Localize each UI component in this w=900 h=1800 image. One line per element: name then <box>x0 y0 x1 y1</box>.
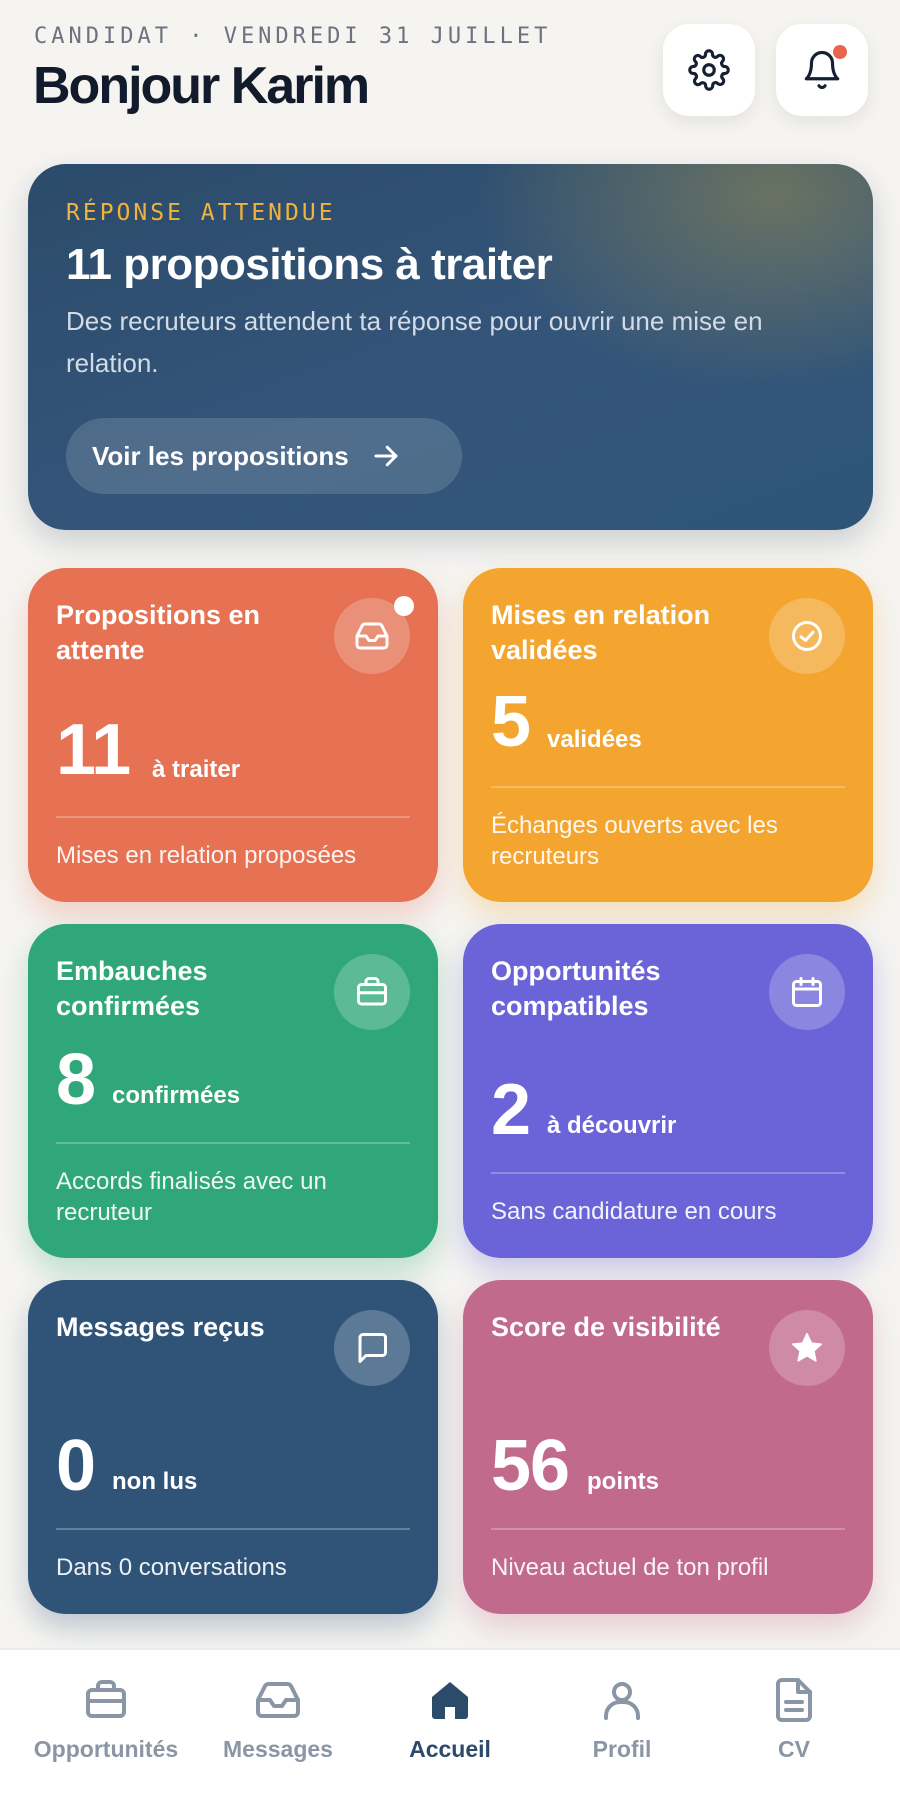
card-divider <box>56 1528 410 1530</box>
card-icon-badge <box>769 598 845 674</box>
card-footer: Niveau actuel de ton profil <box>491 1554 769 1581</box>
card-value: 5 <box>491 682 531 762</box>
notification-dot <box>833 45 847 59</box>
card-divider <box>491 786 845 788</box>
nav-item-opportunites[interactable]: Opportunités <box>16 1672 196 1782</box>
card-title: Propositions en attente <box>56 600 261 665</box>
card-footer: Échanges ouverts avec les recruteurs <box>491 812 778 870</box>
page-title: Bonjour Karim <box>33 57 370 115</box>
nav-label: Messages <box>223 1736 333 1762</box>
calendar-icon <box>792 977 822 1007</box>
banner-description: Des recruteurs attendent ta réponse pour… <box>66 306 763 378</box>
card-icon-badge <box>334 1310 410 1386</box>
pending-propositions-card[interactable]: Propositions en attente 11 à traiter Mis… <box>28 568 438 902</box>
card-icon-badge <box>769 954 845 1030</box>
nav-item-accueil[interactable]: Accueil <box>360 1672 540 1782</box>
nav-label: Profil <box>592 1736 652 1762</box>
pending-response-banner: RÉPONSE ATTENDUE 11 propositions à trait… <box>28 164 873 530</box>
check-circle-icon <box>792 621 822 651</box>
card-unit: à découvrir <box>547 1112 677 1139</box>
nav-item-profil[interactable]: Profil <box>532 1672 712 1782</box>
star-icon <box>791 1332 823 1362</box>
bottom-navigation: Opportunités Messages Accueil Profil CV <box>0 1648 900 1800</box>
card-value: 56 <box>491 1426 570 1506</box>
card-unit: validées <box>547 726 642 753</box>
gear-icon <box>688 49 730 91</box>
nav-item-messages[interactable]: Messages <box>188 1672 368 1782</box>
card-title: Embauches confirmées <box>56 956 208 1021</box>
received-messages-card[interactable]: Messages reçus 0 non lus Dans 0 conversa… <box>28 1280 438 1614</box>
card-footer: Sans candidature en cours <box>491 1198 777 1225</box>
settings-button[interactable] <box>663 24 755 116</box>
view-propositions-button[interactable]: Voir les propositions <box>66 418 462 494</box>
card-footer: Mises en relation proposées <box>56 842 357 869</box>
validated-connections-card[interactable]: Mises en relation validées 5 validées Éc… <box>463 568 873 902</box>
card-divider <box>491 1528 845 1530</box>
card-icon-badge <box>334 954 410 1030</box>
card-value: 8 <box>56 1040 96 1120</box>
nav-label: Accueil <box>409 1736 491 1762</box>
card-divider <box>56 816 410 818</box>
card-unit: non lus <box>112 1468 198 1495</box>
briefcase-icon <box>86 1680 126 1718</box>
card-title: Mises en relation validées <box>491 600 711 665</box>
card-footer: Accords finalisés avec un recruteur <box>56 1168 327 1226</box>
view-propositions-label: Voir les propositions <box>92 440 349 471</box>
user-icon <box>604 1682 640 1720</box>
card-title: Opportunités compatibles <box>491 956 661 1021</box>
header: CANDIDAT · VENDREDI 31 JUILLET Bonjour K… <box>0 0 900 140</box>
nav-label: CV <box>778 1736 810 1762</box>
card-value: 11 <box>56 710 131 790</box>
compatible-opportunities-card[interactable]: Opportunités compatibles 2 à découvrir S… <box>463 924 873 1258</box>
document-icon <box>776 1678 812 1722</box>
card-divider <box>56 1142 410 1144</box>
card-unit: points <box>587 1468 659 1495</box>
card-footer: Dans 0 conversations <box>56 1554 287 1581</box>
banner-eyebrow: RÉPONSE ATTENDUE <box>66 200 336 226</box>
inbox-icon <box>355 622 389 650</box>
briefcase-icon <box>357 977 387 1006</box>
arrow-right-icon <box>374 445 398 467</box>
card-unit: confirmées <box>112 1082 241 1109</box>
nav-label: Opportunités <box>33 1736 179 1762</box>
card-value: 2 <box>491 1070 531 1150</box>
home-icon <box>432 1682 468 1719</box>
card-unit: à traiter <box>152 756 241 783</box>
nav-item-cv[interactable]: CV <box>704 1672 884 1782</box>
new-indicator-dot <box>394 596 414 616</box>
chat-icon <box>358 1333 387 1363</box>
inbox-icon <box>256 1682 300 1718</box>
date-eyebrow: CANDIDAT · VENDREDI 31 JUILLET <box>34 24 552 49</box>
visibility-score-card[interactable]: Score de visibilité 56 points Niveau act… <box>463 1280 873 1614</box>
card-divider <box>491 1172 845 1174</box>
notifications-button[interactable] <box>776 24 868 116</box>
card-title: Messages reçus <box>56 1312 265 1342</box>
card-title: Score de visibilité <box>491 1312 721 1342</box>
card-icon-badge <box>769 1310 845 1386</box>
card-value: 0 <box>56 1426 96 1506</box>
banner-title: 11 propositions à traiter <box>66 240 553 289</box>
confirmed-hires-card[interactable]: Embauches confirmées 8 confirmées Accord… <box>28 924 438 1258</box>
